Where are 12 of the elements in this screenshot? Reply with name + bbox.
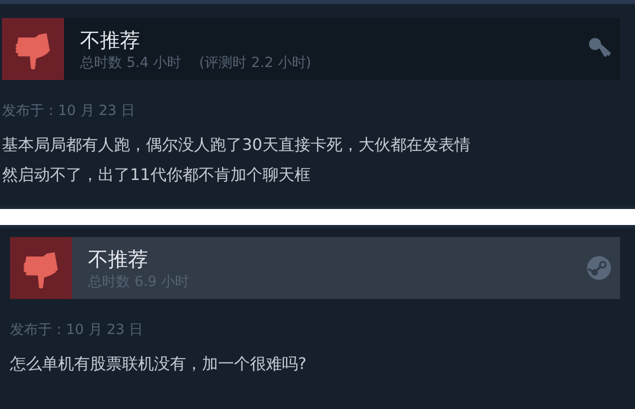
review-text-line: 基本局局都有人跑，偶尔没人跑了30天直接卡死，大伙都在发表情 <box>2 134 472 156</box>
steam-logo-icon <box>586 255 612 281</box>
posted-date: 发布于：10 月 23 日 <box>2 102 136 120</box>
review-text-line: 然启动不了，出了11代你都不肯加个聊天框 <box>2 164 312 186</box>
review-text-line: 怎么单机有股票联机没有，加一个很难吗? <box>10 353 308 375</box>
thumbs-down-icon <box>10 237 72 299</box>
posted-date: 发布于：10 月 23 日 <box>10 321 144 339</box>
playtime-text: 总时数 5.4 小时 <box>80 54 182 72</box>
thumbs-down-icon <box>2 18 64 80</box>
review-playtime-text: (评测时 2.2 小时) <box>199 54 312 72</box>
verdict-title: 不推荐 <box>88 246 149 272</box>
verdict-title: 不推荐 <box>80 26 141 52</box>
